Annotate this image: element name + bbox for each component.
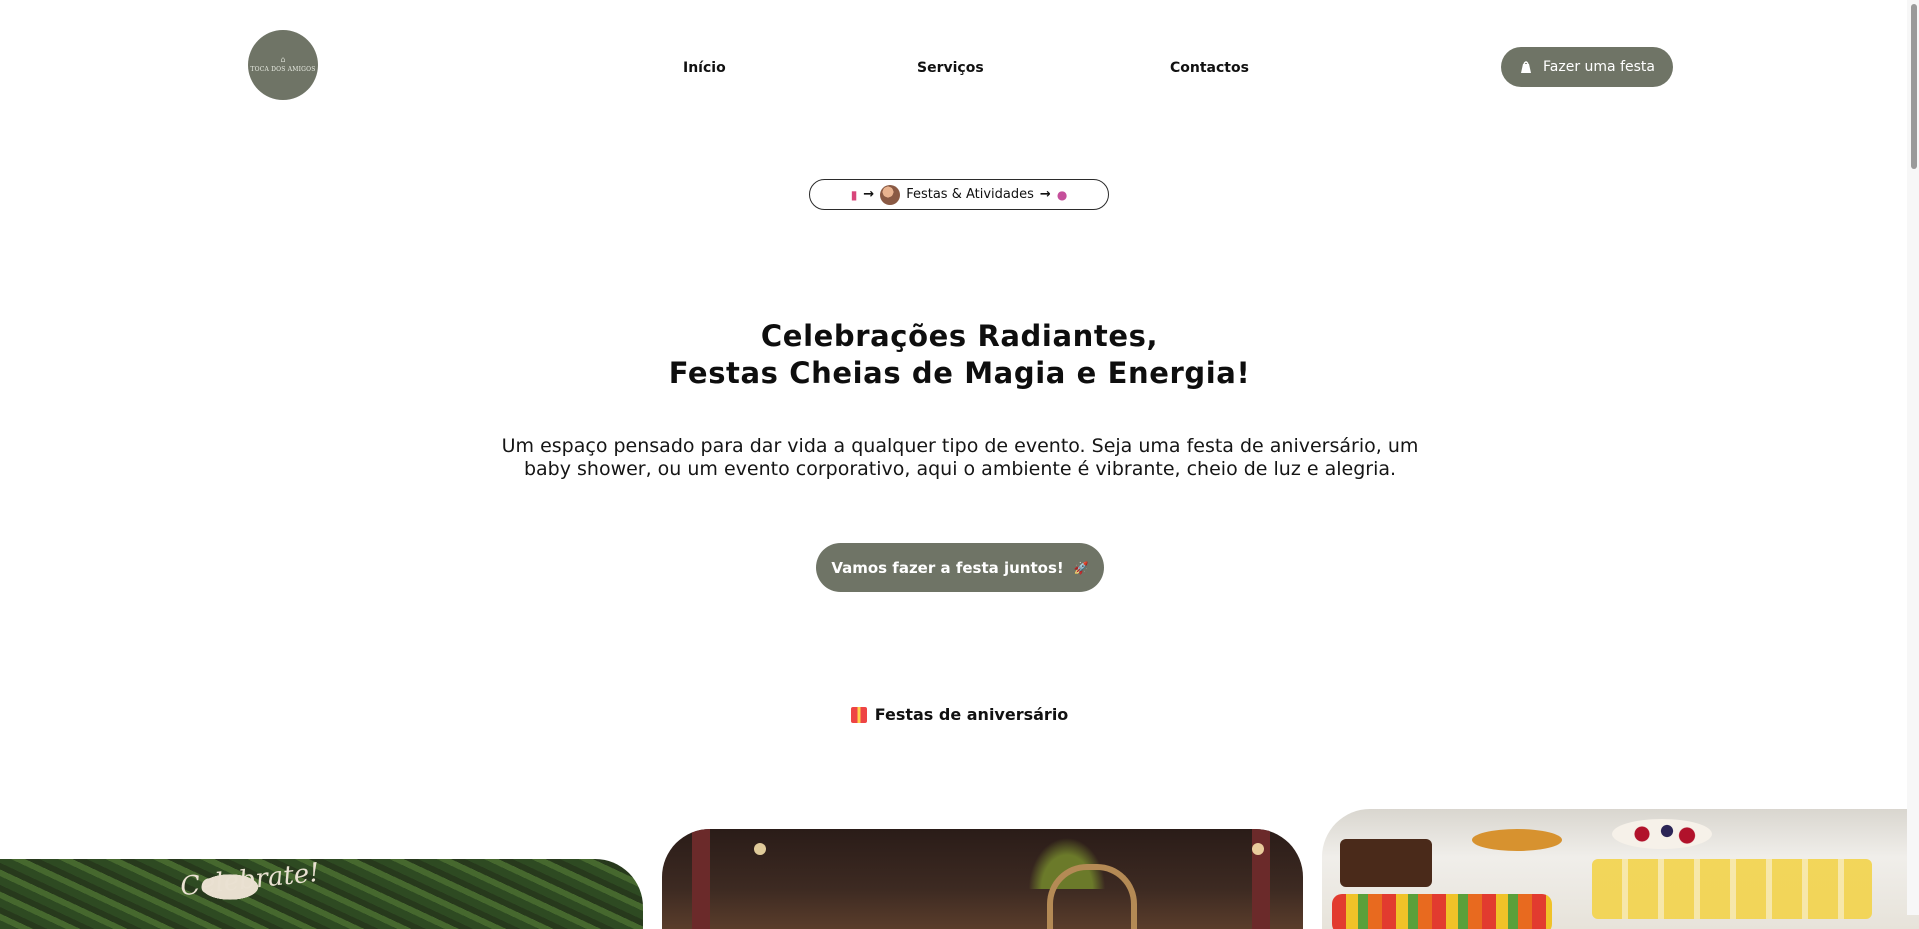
arrow-right-icon: → bbox=[1039, 187, 1051, 202]
nav-contactos[interactable]: Contactos bbox=[1170, 60, 1249, 76]
photo-dessert-cups bbox=[1592, 859, 1872, 919]
photo-celebrate-sign: Celebrate! bbox=[178, 859, 322, 903]
photo-fruit-platter bbox=[1332, 894, 1552, 929]
photo-lamp bbox=[1252, 843, 1264, 855]
scrollbar-thumb[interactable] bbox=[1911, 4, 1917, 169]
scrollbar[interactable] bbox=[1907, 0, 1919, 915]
section-label: Festas de aniversário bbox=[0, 705, 1919, 724]
hero-description: Um espaço pensado para dar vida a qualqu… bbox=[501, 435, 1419, 480]
rocket-icon: 🚀 bbox=[1073, 560, 1089, 575]
party-bag-icon bbox=[1521, 61, 1532, 73]
logo[interactable]: ⌂ TOCA DOS AMIGOS bbox=[248, 30, 318, 100]
gallery-photo-lounge bbox=[662, 829, 1303, 929]
category-pill: ▮ → Festas & Atividades → ● bbox=[809, 179, 1109, 210]
gallery-photo-celebrate: Celebrate! bbox=[0, 859, 643, 929]
vamos-fazer-festa-label: Vamos fazer a festa juntos! bbox=[831, 558, 1064, 577]
gallery-photo-food bbox=[1322, 809, 1919, 929]
avatar bbox=[880, 184, 901, 205]
photo-berry-dessert bbox=[1612, 819, 1712, 849]
fazer-festa-label: Fazer uma festa bbox=[1543, 59, 1655, 75]
hero-headline-line1: Celebrações Radiantes, bbox=[760, 319, 1159, 353]
photo-lamp bbox=[754, 843, 766, 855]
photo-chair bbox=[1047, 864, 1137, 929]
logo-name: TOCA DOS AMIGOS bbox=[250, 66, 316, 73]
gift-icon bbox=[850, 706, 867, 723]
vamos-fazer-festa-button[interactable]: Vamos fazer a festa juntos! 🚀 bbox=[816, 543, 1104, 592]
hero-headline: Celebrações Radiantes, Festas Cheias de … bbox=[0, 318, 1919, 392]
logo-mark-icon: ⌂ bbox=[280, 55, 286, 64]
fazer-festa-button[interactable]: Fazer uma festa bbox=[1501, 47, 1673, 87]
photo-pillar bbox=[692, 829, 710, 929]
photo-tart bbox=[1472, 829, 1562, 851]
nav-inicio[interactable]: Início bbox=[683, 60, 726, 76]
nav-servicos[interactable]: Serviços bbox=[917, 60, 984, 76]
arrow-right-icon: → bbox=[863, 187, 875, 202]
photo-cake bbox=[1340, 839, 1432, 887]
lollipop-icon: ● bbox=[1056, 187, 1068, 202]
pill-label: Festas & Atividades bbox=[906, 187, 1034, 202]
hero-headline-line2: Festas Cheias de Magia e Energia! bbox=[668, 356, 1251, 390]
drink-icon: ▮ bbox=[850, 187, 858, 202]
section-label-text: Festas de aniversário bbox=[874, 705, 1069, 724]
